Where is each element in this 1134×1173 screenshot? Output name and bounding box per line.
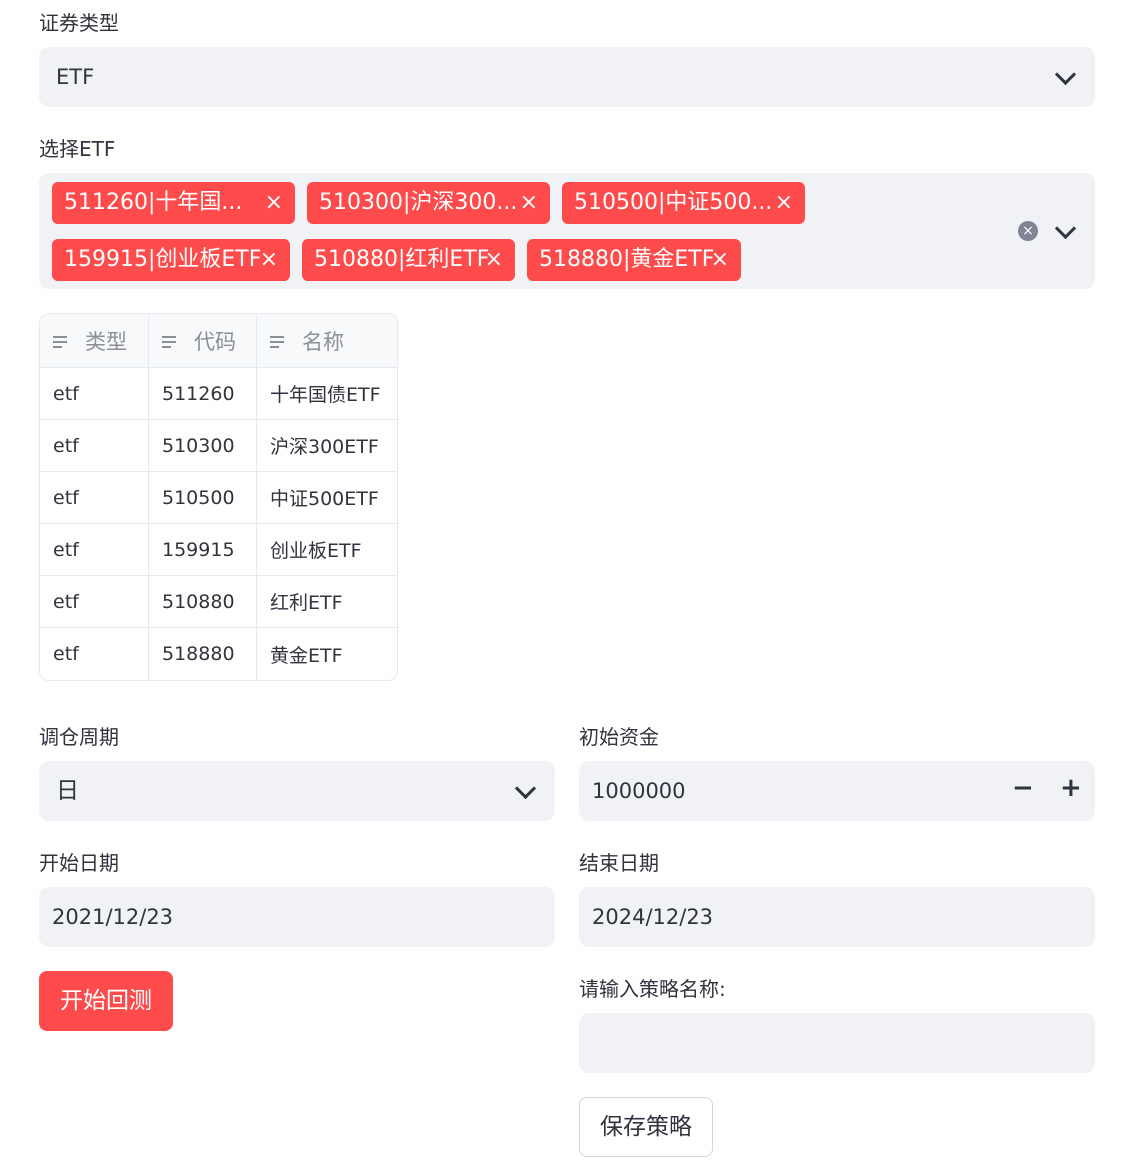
start-date-input[interactable]: 2021/12/23 — [39, 887, 555, 947]
cell-name[interactable]: 中证500ETF — [257, 472, 397, 524]
etf-tag-label: 510880|红利ETF — [314, 247, 490, 272]
etf-tag-label: 510300|沪深300... — [319, 190, 518, 215]
table-row: etf 518880 黄金ETF — [40, 628, 397, 680]
etf-tag-label: 518880|黄金ETF — [539, 247, 715, 272]
cell-type[interactable]: etf — [40, 368, 149, 420]
text-column-icon — [53, 335, 73, 350]
strategy-name-input[interactable] — [579, 1013, 1095, 1073]
table-row: etf 511260 十年国债ETF — [40, 368, 397, 420]
close-icon[interactable]: × — [485, 239, 503, 281]
cell-code[interactable]: 159915 — [149, 524, 257, 576]
security-type-value: ETF — [56, 65, 95, 89]
table-row: etf 159915 创业板ETF — [40, 524, 397, 576]
end-date-value: 2024/12/23 — [592, 905, 714, 929]
etf-tag: 510500|中证500... × — [562, 182, 805, 224]
etf-tag: 518880|黄金ETF × — [527, 239, 741, 281]
plus-icon[interactable]: + — [1060, 773, 1082, 803]
end-date-label: 结束日期 — [579, 851, 659, 875]
close-icon[interactable]: × — [265, 182, 283, 224]
capital-value[interactable]: 1000000 — [592, 777, 686, 805]
cell-type[interactable]: etf — [40, 628, 149, 680]
capital-label: 初始资金 — [579, 725, 659, 749]
cell-name[interactable]: 十年国债ETF — [257, 368, 397, 420]
security-type-select[interactable]: ETF — [39, 47, 1095, 107]
cell-type[interactable]: etf — [40, 472, 149, 524]
etf-tag-label: 159915|创业板ETF — [64, 247, 262, 272]
cell-code[interactable]: 518880 — [149, 628, 257, 680]
etf-tag: 159915|创业板ETF × — [52, 239, 290, 281]
cell-name[interactable]: 红利ETF — [257, 576, 397, 628]
table-row: etf 510500 中证500ETF — [40, 472, 397, 524]
cell-code[interactable]: 510880 — [149, 576, 257, 628]
chevron-down-icon[interactable] — [1054, 217, 1077, 240]
chevron-down-icon — [1054, 63, 1077, 86]
minus-icon[interactable]: − — [1012, 773, 1034, 803]
close-icon[interactable]: × — [260, 239, 278, 281]
etf-tag-label: 510500|中证500... — [574, 190, 773, 215]
table-header-row: 类型 代码 名称 — [40, 314, 397, 368]
strategy-name-label: 请输入策略名称: — [579, 977, 726, 1001]
save-strategy-button[interactable]: 保存策略 — [579, 1097, 713, 1157]
etf-tag-label: 511260|十年国... — [64, 190, 243, 215]
etf-multiselect[interactable]: 511260|十年国... × 510300|沪深300... × 510500… — [39, 173, 1095, 289]
cell-type[interactable]: etf — [40, 524, 149, 576]
column-header-type[interactable]: 类型 — [40, 314, 149, 368]
cell-name[interactable]: 黄金ETF — [257, 628, 397, 680]
end-date-input[interactable]: 2024/12/23 — [579, 887, 1095, 947]
cell-type[interactable]: etf — [40, 576, 149, 628]
cell-code[interactable]: 510500 — [149, 472, 257, 524]
rebalance-select[interactable]: 日 — [39, 761, 555, 821]
rebalance-label: 调仓周期 — [39, 725, 119, 749]
etf-tag: 510300|沪深300... × — [307, 182, 550, 224]
close-icon[interactable]: × — [711, 239, 729, 281]
cell-type[interactable]: etf — [40, 420, 149, 472]
etf-tag: 510880|红利ETF × — [302, 239, 515, 281]
start-backtest-button[interactable]: 开始回测 — [39, 971, 173, 1031]
column-header-name[interactable]: 名称 — [257, 314, 397, 368]
cell-code[interactable]: 510300 — [149, 420, 257, 472]
rebalance-value: 日 — [56, 778, 79, 804]
column-header-code[interactable]: 代码 — [149, 314, 257, 368]
text-column-icon — [270, 335, 290, 350]
etf-tag: 511260|十年国... × — [52, 182, 295, 224]
text-column-icon — [162, 335, 182, 350]
chevron-down-icon — [514, 777, 537, 800]
start-date-value: 2021/12/23 — [52, 905, 174, 929]
close-icon[interactable]: × — [775, 182, 793, 224]
cell-name[interactable]: 创业板ETF — [257, 524, 397, 576]
etf-table: 类型 代码 名称 etf 511260 十年国债ETF etf 510300 沪… — [39, 313, 398, 681]
clear-all-icon[interactable]: × — [1018, 221, 1038, 241]
table-row: etf 510880 红利ETF — [40, 576, 397, 628]
security-type-label: 证券类型 — [39, 11, 119, 35]
etf-select-label: 选择ETF — [39, 137, 116, 161]
cell-code[interactable]: 511260 — [149, 368, 257, 420]
cell-name[interactable]: 沪深300ETF — [257, 420, 397, 472]
start-date-label: 开始日期 — [39, 851, 119, 875]
capital-input[interactable]: 1000000 − + — [579, 761, 1095, 821]
table-row: etf 510300 沪深300ETF — [40, 420, 397, 472]
close-icon[interactable]: × — [520, 182, 538, 224]
